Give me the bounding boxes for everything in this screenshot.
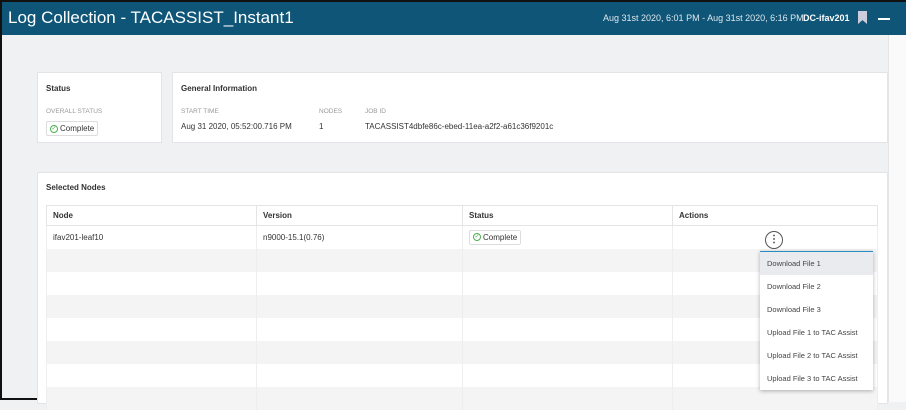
status-badge: ✓ Complete [46,121,99,136]
job-id-value: TACASSIST4dbfe86c-ebed-11ea-a2f2-a61c36f… [365,122,554,131]
nodes-value: 1 [319,122,324,131]
header-bar: Log Collection - TACASSIST_Instant1 Aug … [2,2,906,35]
empty-row [46,271,878,295]
nodes-table: Node Version Status Actions ifav201-leaf… [46,205,878,410]
start-time-value: Aug 31 2020, 05:52:00.716 PM [181,122,292,131]
menu-item-download-file-3[interactable]: Download File 3 [760,298,873,321]
general-info-title: General Information [181,84,258,93]
empty-row [46,386,878,410]
minimize-icon[interactable] [878,18,890,20]
menu-item-upload-file-3[interactable]: Upload File 3 to TAC Assist [760,367,873,390]
menu-item-upload-file-2[interactable]: Upload File 2 to TAC Assist [760,344,873,367]
status-card-title: Status [46,84,71,93]
empty-row [46,363,878,387]
empty-row [46,294,878,318]
actions-menu: Download File 1 Download File 2 Download… [760,251,873,390]
status-badge-text: Complete [60,124,95,133]
site-name[interactable]: DC-ifav201 [803,13,850,23]
menu-item-download-file-2[interactable]: Download File 2 [760,275,873,298]
col-node[interactable]: Node [46,205,257,226]
time-range[interactable]: Aug 31st 2020, 6:01 PM - Aug 31st 2020, … [603,13,804,23]
empty-row [46,340,878,364]
overall-status-label: OVERALL STATUS [46,108,103,115]
bookmark-icon[interactable] [858,11,867,24]
page-title: Log Collection - TACASSIST_Instant1 [8,8,294,27]
node-cell: ifav201-leaf10 [46,225,257,249]
col-actions: Actions [672,205,878,226]
start-time-label: START TIME [181,108,219,115]
check-circle-icon: ✓ [473,233,481,242]
selected-nodes-title: Selected Nodes [46,183,106,192]
check-circle-icon: ✓ [50,124,58,133]
status-badge: ✓ Complete [469,229,522,245]
scrollbar[interactable] [888,35,906,402]
col-version[interactable]: Version [256,205,463,226]
empty-row [46,317,878,341]
menu-item-upload-file-1[interactable]: Upload File 1 to TAC Assist [760,321,873,344]
status-cell: ✓ Complete [462,225,673,249]
table-row[interactable]: ifav201-leaf10 n9000-15.1(0.76) ✓ Complet… [46,225,878,249]
menu-item-download-file-1[interactable]: Download File 1 [760,252,873,275]
nodes-label: NODES [319,108,343,115]
col-status[interactable]: Status [462,205,673,226]
empty-row [46,248,878,272]
more-actions-icon[interactable]: ⋮ [765,231,783,249]
general-info-card: General Information START TIME Aug 31 20… [172,72,888,143]
job-id-label: JOB ID [365,108,386,115]
version-cell: n9000-15.1(0.76) [256,225,463,249]
status-card: Status OVERALL STATUS ✓ Complete [37,72,162,143]
status-badge-text: Complete [483,232,518,242]
